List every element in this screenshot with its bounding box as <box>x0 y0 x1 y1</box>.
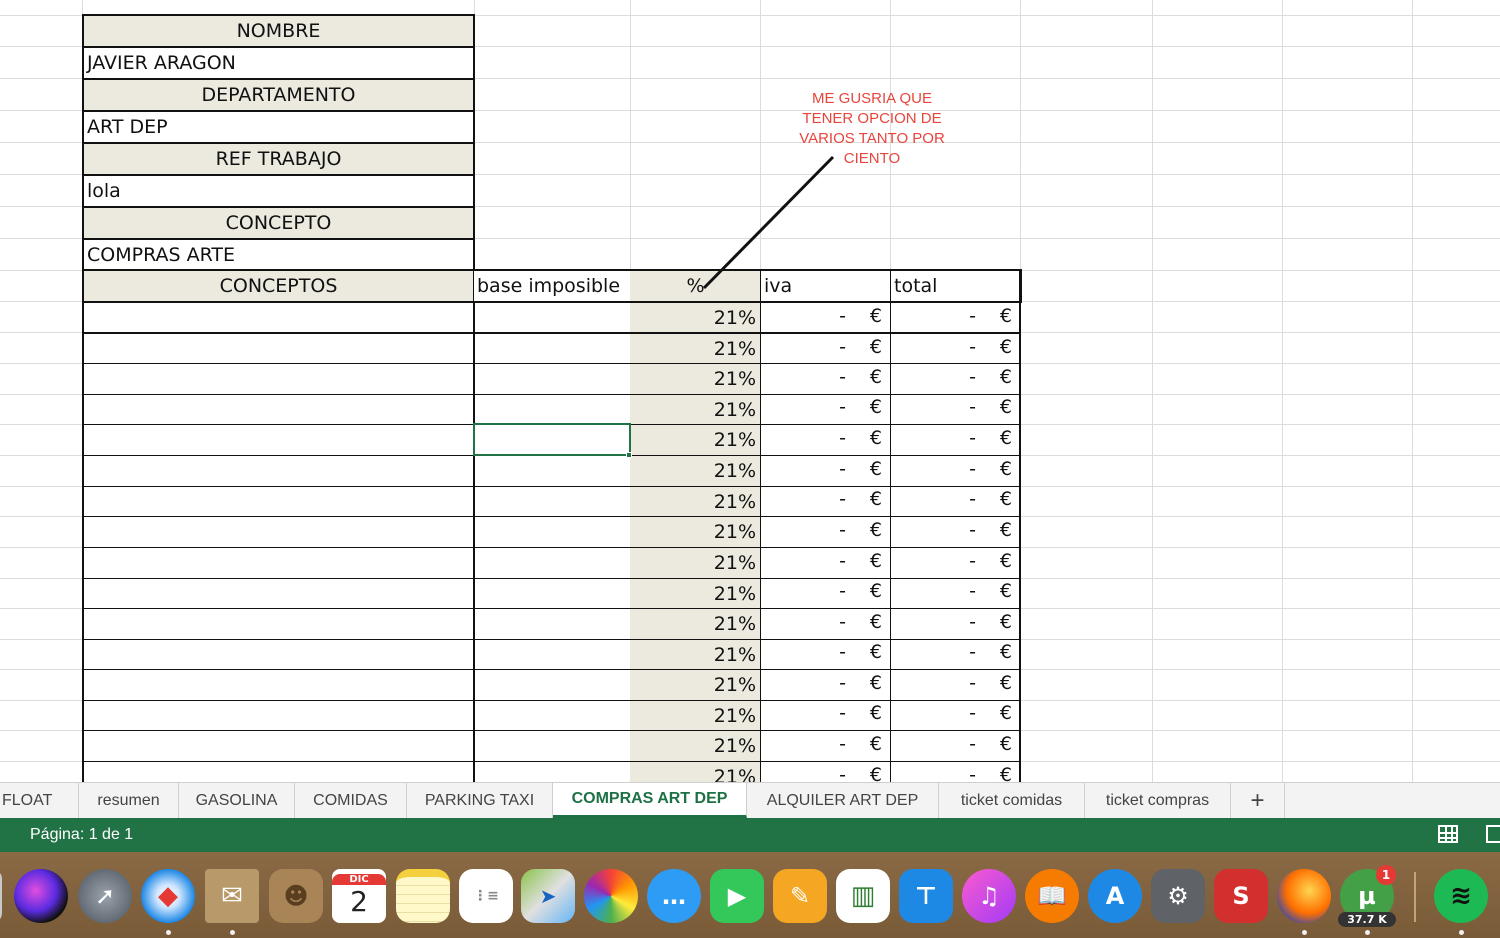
system-preferences-icon[interactable]: ⚙ <box>1151 869 1205 923</box>
siri-icon[interactable] <box>14 869 68 923</box>
safari-icon[interactable]: ◆ <box>141 869 195 923</box>
sketchup-icon[interactable]: S <box>1214 869 1268 923</box>
tab-label: GASOLINA <box>195 791 278 809</box>
annotation-arrow <box>702 155 835 290</box>
tab-label: FLOAT <box>2 791 53 809</box>
dock-divider <box>1414 872 1416 922</box>
page-indicator: Página: 1 de 1 <box>30 826 134 843</box>
reminders-icon[interactable]: ⋮≡ <box>459 869 513 923</box>
tab-label: ticket compras <box>1105 791 1210 809</box>
sheet-tab-float[interactable]: FLOAT <box>0 783 79 818</box>
sheet-tab-ticket-compras[interactable]: ticket compras <box>1085 783 1231 818</box>
tab-label: ticket comidas <box>960 791 1063 809</box>
photos-icon[interactable] <box>584 869 638 923</box>
status-bar: Página: 1 de 1 <box>0 818 1500 852</box>
tab-label: COMPRAS ART DEP <box>571 790 728 807</box>
running-indicator <box>166 930 171 935</box>
tab-label: COMIDAS <box>313 791 388 809</box>
sheet-tabs-bar: FLOAT resumen GASOLINA COMIDAS PARKING T… <box>0 782 1500 818</box>
add-sheet-button[interactable]: + <box>1231 783 1285 818</box>
page-layout-view-icon[interactable] <box>1486 825 1500 843</box>
tab-label: PARKING TAXI <box>424 791 535 809</box>
notification-badge: 1 <box>1376 865 1396 885</box>
plus-icon: + <box>1250 786 1265 814</box>
spotify-icon[interactable]: ≋ <box>1434 869 1488 923</box>
tab-label: resumen <box>97 791 160 809</box>
sheet-tab-resumen[interactable]: resumen <box>79 783 179 818</box>
sheet-tab-parking-taxi[interactable]: PARKING TAXI <box>407 783 553 818</box>
pages-icon[interactable]: ✎ <box>773 869 827 923</box>
utorrent-icon[interactable]: µ 1 37.7 K <box>1338 865 1396 927</box>
running-indicator <box>1365 930 1370 935</box>
keynote-icon[interactable]: ⊤ <box>899 869 953 923</box>
books-icon[interactable]: 📖 <box>1025 869 1079 923</box>
download-speed-label: 37.7 K <box>1338 912 1396 927</box>
calendar-day: 2 <box>350 885 368 918</box>
messages-icon[interactable]: … <box>647 869 701 923</box>
tab-label: ALQUILER ART DEP <box>766 791 919 809</box>
spreadsheet-grid[interactable]: NOMBRE JAVIER ARAGON DEPARTAMENTO ART DE… <box>0 0 1500 782</box>
mail-icon[interactable]: ✉ <box>205 869 259 923</box>
sheet-tab-alquiler-art-dep[interactable]: ALQUILER ART DEP <box>747 783 939 818</box>
normal-view-icon[interactable] <box>1438 825 1458 843</box>
notes-icon[interactable] <box>396 869 450 923</box>
app-store-icon[interactable]: A <box>1088 869 1142 923</box>
sheet-tab-compras-art-dep[interactable]: COMPRAS ART DEP <box>553 783 747 818</box>
sheet-tab-ticket-comidas[interactable]: ticket comidas <box>939 783 1085 818</box>
firefox-icon[interactable] <box>1277 869 1331 923</box>
launchpad-icon[interactable]: ➚ <box>78 869 132 923</box>
running-indicator <box>230 930 235 935</box>
running-indicator <box>1459 930 1464 935</box>
contacts-icon[interactable]: ☻ <box>269 869 323 923</box>
macos-dock: ➚ ◆ ✉ ☻ DIC 2 ⋮≡ ➤ … ▶ ✎ ▥ ⊤ ♫ 📖 A ⚙ S µ… <box>0 852 1500 938</box>
calendar-month: DIC <box>332 874 386 885</box>
calendar-icon[interactable]: DIC 2 <box>332 869 386 923</box>
finder-icon[interactable] <box>0 869 2 923</box>
maps-icon[interactable]: ➤ <box>521 869 575 923</box>
sheet-tab-gasolina[interactable]: GASOLINA <box>179 783 295 818</box>
facetime-icon[interactable]: ▶ <box>710 869 764 923</box>
numbers-icon[interactable]: ▥ <box>836 869 890 923</box>
itunes-icon[interactable]: ♫ <box>962 869 1016 923</box>
running-indicator <box>1302 930 1307 935</box>
sheet-tab-comidas[interactable]: COMIDAS <box>295 783 407 818</box>
